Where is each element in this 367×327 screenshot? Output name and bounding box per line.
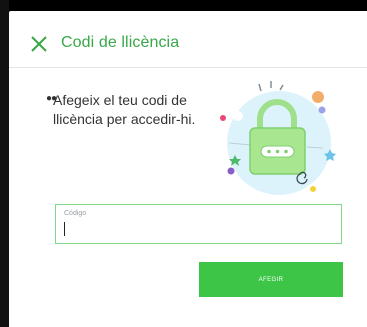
add-button[interactable]: AFEGIR	[199, 262, 343, 297]
padlock-icon	[220, 81, 336, 195]
bullet-icon: ●●	[46, 93, 57, 104]
dialog-header: Codi de llicència	[9, 11, 367, 68]
window-frame	[0, 0, 9, 327]
license-code-field[interactable]: Código	[55, 204, 342, 244]
license-code-input[interactable]	[63, 219, 335, 241]
dialog-title: Codi de llicència	[61, 34, 180, 51]
text-caret	[64, 222, 65, 236]
dialog-description: ●● Afegeix el teu codi de llicència per …	[46, 91, 213, 129]
close-icon[interactable]	[30, 35, 48, 53]
description-text: Afegeix el teu codi de llicència per acc…	[53, 92, 196, 127]
license-dialog: Codi de llicència ●● Afegeix el teu codi…	[9, 11, 367, 327]
license-code-label: Código	[64, 210, 87, 217]
